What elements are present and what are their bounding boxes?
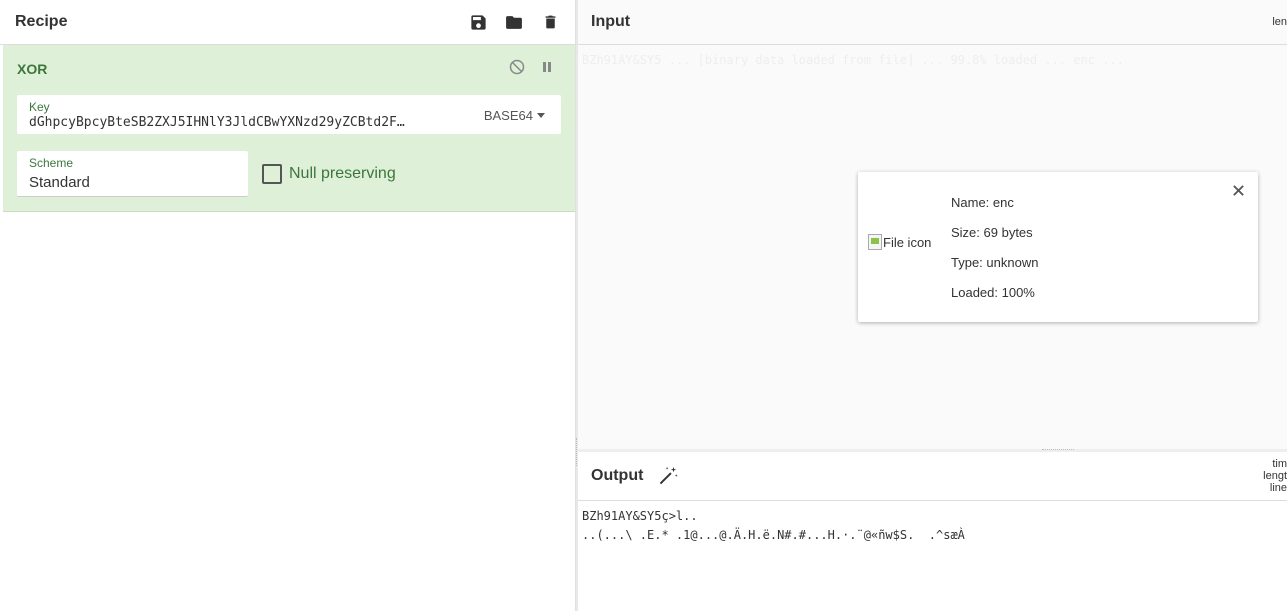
file-loaded: Loaded: 100% xyxy=(951,285,1035,300)
key-label: Key xyxy=(29,100,50,114)
scheme-field[interactable]: Scheme Standard xyxy=(17,151,248,197)
disable-icon[interactable] xyxy=(509,59,525,75)
file-type: Type: unknown xyxy=(951,255,1039,270)
key-encoding-dropdown[interactable]: BASE64 xyxy=(484,108,545,123)
output-title: Output xyxy=(591,467,644,484)
output-line: ..(...\ .E.* .1@...@.Ä.H.ë.N#.#...H.·.¨@… xyxy=(582,528,965,542)
file-size: Size: 69 bytes xyxy=(951,225,1033,240)
null-preserving-option[interactable]: Null preserving xyxy=(262,164,396,184)
trash-icon[interactable] xyxy=(540,12,560,32)
output-stat-length: lengt xyxy=(1263,470,1287,482)
folder-icon[interactable] xyxy=(504,12,524,32)
output-pane: Output tim lengt line BZh91AY&SY5ç>l....… xyxy=(578,452,1287,611)
scheme-label: Scheme xyxy=(29,156,74,170)
output-textarea[interactable]: BZh91AY&SY5ç>l.. ..(...\ .E.* .1@...@.Ä.H… xyxy=(582,507,965,545)
operation-title: XOR xyxy=(17,61,48,77)
output-header: Output xyxy=(578,452,1287,501)
null-preserving-label: Null preserving xyxy=(289,165,396,182)
output-stat-time: tim xyxy=(1272,458,1287,470)
close-icon[interactable] xyxy=(1230,182,1246,198)
key-encoding-value: BASE64 xyxy=(483,108,533,123)
recipe-header: Recipe xyxy=(0,0,575,45)
recipe-toolbar xyxy=(468,12,560,32)
key-input[interactable]: dGhpcyBpcyBteSB2ZXJ5IHNlY3JldCBwYXNzd29y… xyxy=(29,115,459,130)
operation-controls xyxy=(509,59,555,75)
input-title: Input xyxy=(591,13,631,30)
recipe-title: Recipe xyxy=(15,13,68,30)
output-stats: tim lengt line xyxy=(1263,458,1287,494)
magic-wand-icon[interactable] xyxy=(657,465,679,487)
file-icon: File icon xyxy=(868,234,931,250)
chevron-down-icon xyxy=(537,113,545,118)
input-stats: len xyxy=(1272,16,1287,28)
recipe-pane: Recipe XOR Key dGhpcyBpcyBteSB2ZXJ5IHNlY… xyxy=(0,0,576,611)
file-icon-alt-text: File icon xyxy=(883,234,932,250)
null-preserving-checkbox[interactable] xyxy=(262,164,282,184)
save-icon[interactable] xyxy=(468,12,488,32)
file-name: Name: enc xyxy=(951,195,1014,210)
scheme-select[interactable]: Standard xyxy=(29,174,90,191)
pause-icon[interactable] xyxy=(539,59,555,75)
file-details-card: File icon Name: enc Size: 69 bytes Type:… xyxy=(858,172,1258,322)
output-line: BZh91AY&SY5ç>l.. xyxy=(582,509,698,523)
input-header: Input xyxy=(578,0,1287,45)
broken-image-icon xyxy=(868,234,882,250)
xor-operation[interactable]: XOR Key dGhpcyBpcyBteSB2ZXJ5IHNlY3JldCBw… xyxy=(3,45,575,212)
output-stat-lines: line xyxy=(1269,482,1287,494)
cyberchef-app: Recipe XOR Key dGhpcyBpcyBteSB2ZXJ5IHNlY… xyxy=(0,0,1287,611)
input-ghost-text: BZh91AY&SY5 ... [binary data loaded from… xyxy=(582,53,1124,67)
input-pane: Input len BZh91AY&SY5 ... [binary data l… xyxy=(578,0,1287,452)
key-field[interactable]: Key dGhpcyBpcyBteSB2ZXJ5IHNlY3JldCBwYXNz… xyxy=(17,95,561,134)
